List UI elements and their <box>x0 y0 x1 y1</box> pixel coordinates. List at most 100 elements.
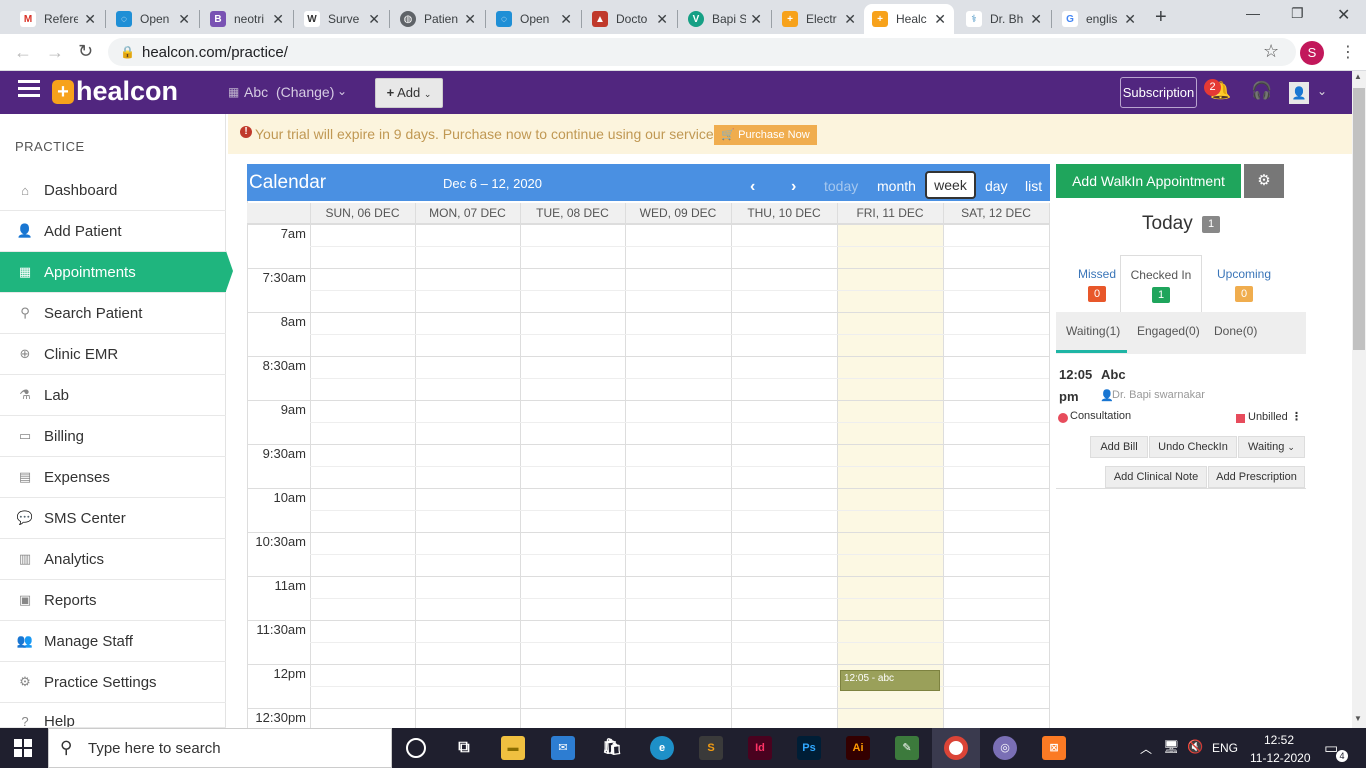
add-prescription-button[interactable]: Add Prescription <box>1208 466 1305 488</box>
add-button[interactable]: + Add ⌄ <box>375 78 443 108</box>
change-clinic-link[interactable]: (Change) <box>276 84 334 100</box>
browser-tab-active[interactable]: + Healc ✕ <box>864 4 954 34</box>
day-view-button[interactable]: day <box>985 178 1008 194</box>
browser-tab[interactable]: ◌ Open ✕ <box>108 4 198 34</box>
scroll-up-icon[interactable]: ▲ <box>1354 72 1362 81</box>
prev-icon[interactable]: ‹ <box>750 178 755 196</box>
close-icon[interactable]: ✕ <box>1124 11 1136 28</box>
browser-tab[interactable]: ⚕ Dr. Bh ✕ <box>958 4 1050 34</box>
taskbar-search-placeholder[interactable]: Type here to search <box>88 740 221 757</box>
close-icon[interactable]: ✕ <box>560 11 572 28</box>
chrome-icon[interactable] <box>944 736 968 760</box>
task-view-icon[interactable]: ⧉ <box>452 736 476 760</box>
close-icon[interactable]: ✕ <box>844 11 856 28</box>
gear-icon[interactable]: ⚙ <box>1244 164 1284 198</box>
today-button[interactable]: today <box>824 178 858 194</box>
sidebar-item-lab[interactable]: ⚗ Lab <box>0 375 226 416</box>
network-icon[interactable]: 🖥 <box>1163 739 1180 755</box>
indesign-icon[interactable]: Id <box>748 736 772 760</box>
minimize-icon[interactable]: — <box>1246 5 1260 21</box>
tab-waiting[interactable]: Waiting(1) <box>1066 324 1120 338</box>
close-icon[interactable]: ✕ <box>272 11 284 28</box>
profile-avatar[interactable]: S <box>1300 41 1324 65</box>
app-icon[interactable]: ◎ <box>993 736 1017 760</box>
browser-tab[interactable]: ◌ Open ✕ <box>488 4 580 34</box>
sidebar-item-billing[interactable]: ▭ Billing <box>0 416 226 457</box>
sidebar-item-search-patient[interactable]: ⚲ Search Patient <box>0 293 226 334</box>
week-view-button[interactable]: week <box>925 171 976 199</box>
close-icon[interactable]: ✕ <box>1030 11 1042 28</box>
add-clinical-note-button[interactable]: Add Clinical Note <box>1105 466 1207 488</box>
chevron-up-icon[interactable]: ︿ <box>1140 740 1152 757</box>
close-icon[interactable]: ✕ <box>464 11 476 28</box>
browser-tab[interactable]: V Bapi S ✕ <box>680 4 770 34</box>
volume-muted-icon[interactable]: 🔇 <box>1187 739 1203 755</box>
close-icon[interactable]: ✕ <box>656 11 668 28</box>
list-view-button[interactable]: list <box>1025 178 1042 194</box>
sidebar-item-clinic-emr[interactable]: ⊕ Clinic EMR <box>0 334 226 375</box>
month-view-button[interactable]: month <box>877 178 916 194</box>
new-tab-icon[interactable]: + <box>1155 6 1167 29</box>
headset-icon[interactable]: 🎧 <box>1251 81 1272 101</box>
browser-tab[interactable]: B neotri ✕ <box>202 4 292 34</box>
clock-date[interactable]: 11-12-2020 <box>1250 751 1311 765</box>
sidebar-item-reports[interactable]: ▣ Reports <box>0 580 226 621</box>
browser-tab[interactable]: ◍ Patien ✕ <box>392 4 484 34</box>
waiting-status-select[interactable]: Waiting ⌄ <box>1238 436 1305 458</box>
forward-icon[interactable]: → <box>46 42 64 63</box>
browser-tab[interactable]: M Refere ✕ <box>12 4 104 34</box>
sidebar-item-practice-settings[interactable]: ⚙ Practice Settings <box>0 662 226 703</box>
tab-upcoming[interactable]: Upcoming 0 <box>1203 255 1285 312</box>
browser-tab[interactable]: ▲ Docto ✕ <box>584 4 676 34</box>
add-walkin-appointment-button[interactable]: Add WalkIn Appointment <box>1056 164 1241 198</box>
xampp-icon[interactable]: ⊠ <box>1042 736 1066 760</box>
app-icon[interactable]: ✎ <box>895 736 919 760</box>
subscription-button[interactable]: Subscription <box>1120 77 1197 108</box>
close-icon[interactable]: ✕ <box>750 11 762 28</box>
add-bill-button[interactable]: Add Bill <box>1090 436 1148 458</box>
tab-done[interactable]: Done(0) <box>1214 324 1257 338</box>
reload-icon[interactable]: ↻ <box>78 41 93 62</box>
tab-engaged[interactable]: Engaged(0) <box>1137 324 1200 338</box>
edge-icon[interactable]: e <box>650 736 674 760</box>
sidebar-item-help[interactable]: ? Help <box>0 703 226 728</box>
calendar-event[interactable]: 12:05 - abc <box>840 670 940 691</box>
next-icon[interactable]: › <box>791 178 796 196</box>
more-menu-icon[interactable]: ⋮ <box>1340 42 1356 62</box>
mail-icon[interactable]: ✉ <box>551 736 575 760</box>
sidebar-item-appointments[interactable]: ▦ Appointments <box>0 252 226 293</box>
hamburger-icon[interactable] <box>18 80 40 98</box>
chevron-down-icon[interactable]: ⌄ <box>1317 84 1327 98</box>
undo-checkin-button[interactable]: Undo CheckIn <box>1149 436 1237 458</box>
store-icon[interactable]: 🛍 <box>600 736 624 760</box>
chevron-down-icon[interactable]: ⌄ <box>337 84 347 98</box>
browser-tab[interactable]: G englis ✕ <box>1054 4 1144 34</box>
scroll-down-icon[interactable]: ▼ <box>1354 714 1362 723</box>
more-options-icon[interactable]: ⋮ <box>1291 410 1302 423</box>
close-icon[interactable]: ✕ <box>178 11 190 28</box>
photoshop-icon[interactable]: Ps <box>797 736 821 760</box>
appointment-patient[interactable]: Abc <box>1101 367 1126 382</box>
close-icon[interactable]: ✕ <box>84 11 96 28</box>
browser-tab[interactable]: W Surve ✕ <box>296 4 388 34</box>
window-close-icon[interactable]: ✕ <box>1337 5 1350 25</box>
browser-tab[interactable]: + Electr ✕ <box>774 4 864 34</box>
url-text[interactable]: healcon.com/practice/ <box>142 44 288 61</box>
sidebar-item-add-patient[interactable]: 👤 Add Patient <box>0 211 226 252</box>
close-icon[interactable]: ✕ <box>934 11 946 28</box>
tab-checked-in[interactable]: Checked In 1 <box>1120 255 1202 312</box>
lock-icon[interactable]: 🔒 <box>120 45 135 59</box>
user-avatar[interactable]: 👤 <box>1289 82 1309 104</box>
back-icon[interactable]: ← <box>14 42 32 63</box>
sublime-icon[interactable]: S <box>699 736 723 760</box>
sidebar-item-sms-center[interactable]: 💬 SMS Center <box>0 498 226 539</box>
sidebar-item-dashboard[interactable]: ⌂ Dashboard <box>0 170 226 211</box>
scrollbar-thumb[interactable] <box>1353 88 1365 350</box>
language-indicator[interactable]: ENG <box>1212 741 1238 755</box>
file-explorer-icon[interactable]: ▬ <box>501 736 525 760</box>
clock-time[interactable]: 12:52 <box>1264 733 1294 747</box>
sidebar-item-expenses[interactable]: ▤ Expenses <box>0 457 226 498</box>
purchase-now-button[interactable]: 🛒 Purchase Now <box>714 125 817 145</box>
sidebar-item-manage-staff[interactable]: 👥 Manage Staff <box>0 621 226 662</box>
cortana-icon[interactable] <box>406 738 426 758</box>
